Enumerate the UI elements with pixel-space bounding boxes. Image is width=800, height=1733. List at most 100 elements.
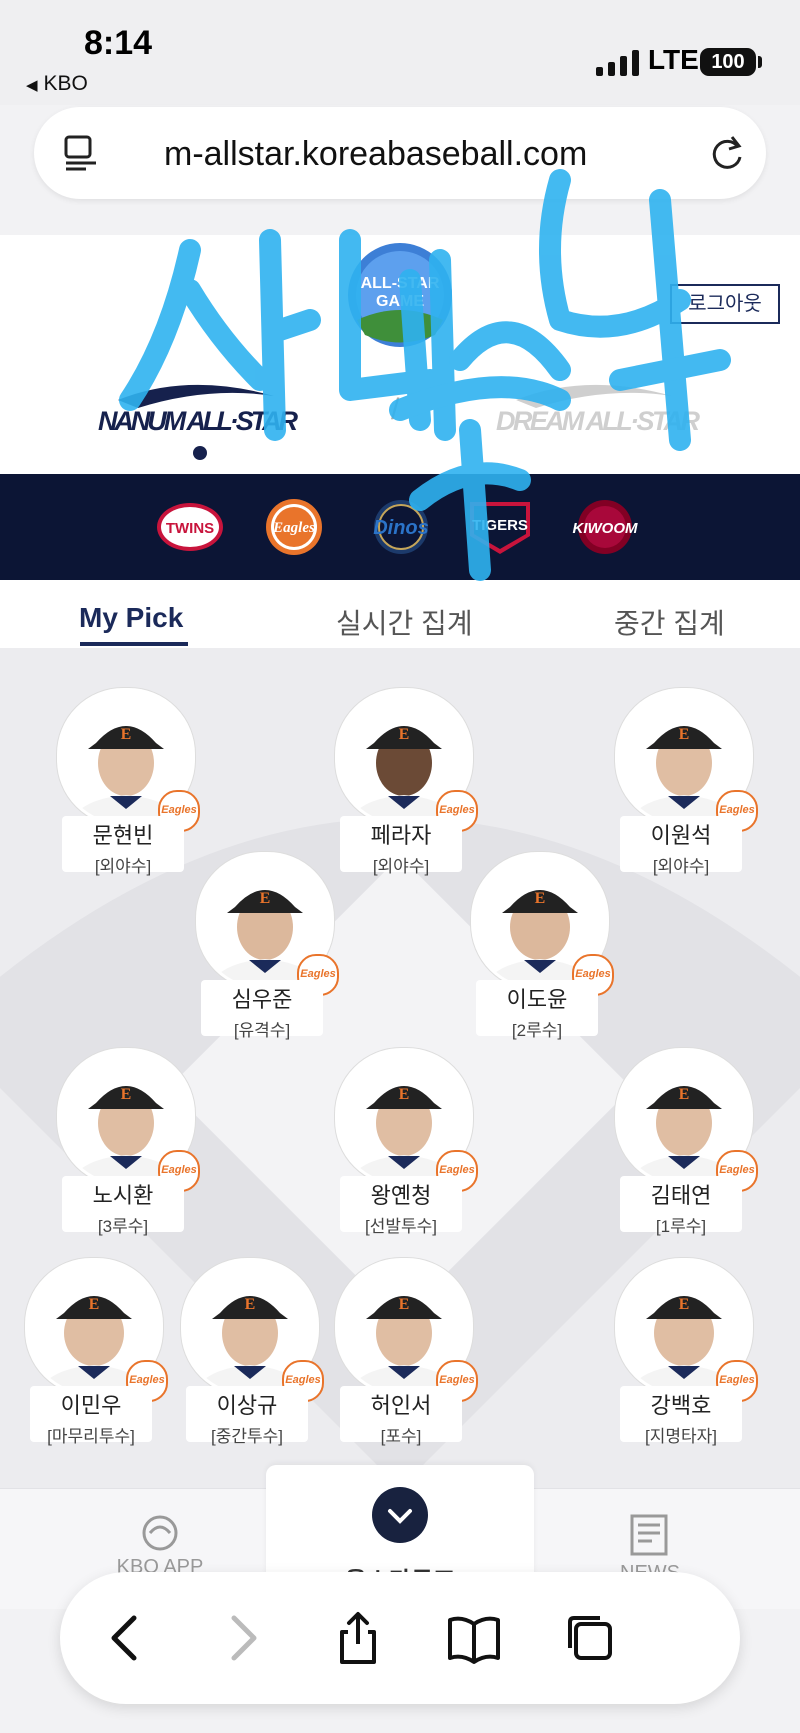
back-app-label: KBO (43, 72, 88, 95)
player-card[interactable]: E Eagles 심우준 [유격수] (187, 852, 339, 1052)
share-icon[interactable] (328, 1608, 388, 1668)
lineup-field: E Eagles 문현빈 [외야수] E Eagles 페라자 [외야수] E Ea… (0, 648, 800, 1488)
player-name: 이원석 (650, 823, 712, 848)
player-position: [선발투수] (364, 1217, 437, 1236)
dream-allstar-logo[interactable]: DREAM ALL·STAR (496, 380, 702, 440)
chevron-down-icon (388, 1509, 412, 1524)
player-position: [지명타자] (644, 1427, 717, 1446)
team-divider: / (391, 393, 400, 426)
svg-text:E: E (679, 1296, 690, 1313)
player-name: 페라자 (370, 823, 432, 848)
tab-my-pick[interactable]: My Pick (79, 602, 183, 634)
kia-tigers-logo[interactable]: TIGERS (466, 498, 534, 556)
svg-text:E: E (260, 890, 271, 907)
player-name-card: 페라자 [외야수] (340, 816, 462, 876)
battery-icon: 100 (700, 48, 756, 76)
player-name: 이민우 (60, 1393, 122, 1418)
player-name-card: 노시환 [3루수] (62, 1176, 184, 1236)
player-position: [외야수] (94, 857, 152, 876)
player-card[interactable]: E Eagles 이도윤 [2루수] (462, 852, 614, 1052)
status-bar: 8:14 ◀ KBO LTE 100 (0, 0, 800, 105)
player-name: 허인서 (370, 1393, 432, 1418)
player-position: [마무리투수] (47, 1427, 135, 1446)
player-position: [외야수] (652, 857, 710, 876)
reader-mode-icon[interactable] (64, 135, 98, 171)
player-card[interactable]: E Eagles 왕옌청 [선발투수] (326, 1048, 478, 1248)
svg-text:GAME: GAME (376, 293, 424, 310)
player-name-card: 이민우 [마무리투수] (30, 1386, 152, 1446)
svg-text:TWINS: TWINS (166, 520, 214, 537)
svg-text:E: E (89, 1296, 100, 1313)
svg-text:E: E (121, 1086, 132, 1103)
svg-text:E: E (399, 1296, 410, 1313)
svg-text:E: E (679, 726, 690, 743)
svg-text:Dinos: Dinos (373, 517, 429, 539)
player-name-card: 허인서 [포수] (340, 1386, 462, 1446)
url-text[interactable]: m-allstar.koreabaseball.com (164, 135, 587, 174)
svg-text:NANUM ALL·STAR: NANUM ALL·STAR (98, 406, 299, 436)
player-name: 노시환 (92, 1183, 154, 1208)
back-icon[interactable] (96, 1608, 156, 1668)
player-card[interactable]: E Eagles 이민우 [마무리투수] (16, 1258, 168, 1458)
collapse-button[interactable] (372, 1487, 428, 1543)
player-name-card: 이상규 [중간투수] (186, 1386, 308, 1446)
player-name-card: 이도윤 [2루수] (476, 980, 598, 1040)
svg-text:TIGERS: TIGERS (472, 517, 528, 534)
svg-text:E: E (535, 890, 546, 907)
player-position: [외야수] (372, 857, 430, 876)
cellular-signal-icon (596, 50, 639, 76)
kbo-logo-icon (142, 1515, 178, 1551)
player-card[interactable]: E Eagles 페라자 [외야수] (326, 688, 478, 888)
clock: 8:14 (84, 24, 153, 62)
bookmarks-icon[interactable] (444, 1608, 504, 1668)
address-bar[interactable]: m-allstar.koreabaseball.com (34, 107, 766, 199)
player-position: [1루수] (655, 1217, 707, 1236)
browser-toolbar (60, 1572, 740, 1704)
player-position: [3루수] (97, 1217, 149, 1236)
forward-icon[interactable] (212, 1608, 272, 1668)
nanum-allstar-logo[interactable]: NANUM ALL·STAR (98, 380, 300, 440)
lg-twins-logo[interactable]: TWINS (156, 498, 224, 556)
player-card[interactable]: E Eagles 허인서 [포수] (326, 1258, 478, 1458)
player-name-card: 강백호 [지명타자] (620, 1386, 742, 1446)
player-card[interactable]: E Eagles 강백호 [지명타자] (606, 1258, 758, 1458)
player-position: [중간투수] (210, 1427, 283, 1446)
nc-dinos-logo[interactable]: Dinos (354, 498, 448, 556)
reload-icon[interactable] (708, 133, 746, 173)
tabs-icon[interactable] (560, 1608, 620, 1668)
player-card[interactable]: E Eagles 이상규 [중간투수] (172, 1258, 324, 1458)
logout-button[interactable]: 로그아웃 (670, 284, 780, 324)
kiwoom-heroes-logo[interactable]: KIWOOM (566, 498, 644, 556)
player-position: [포수] (380, 1427, 422, 1446)
svg-text:E: E (679, 1086, 690, 1103)
back-to-app-link[interactable]: ◀ KBO (26, 72, 88, 96)
player-card[interactable]: E Eagles 노시환 [3루수] (48, 1048, 200, 1248)
player-name: 문현빈 (92, 823, 154, 848)
svg-text:ALL-STAR: ALL-STAR (361, 275, 440, 292)
svg-text:DREAM ALL·STAR: DREAM ALL·STAR (496, 406, 701, 436)
player-position: [2루수] (511, 1021, 563, 1040)
hanwha-eagles-logo[interactable]: Eagles (260, 498, 328, 556)
tab-realtime-count[interactable]: 실시간 집계 (336, 602, 473, 642)
svg-text:E: E (399, 1086, 410, 1103)
player-name: 왕옌청 (370, 1183, 432, 1208)
player-name: 강백호 (650, 1393, 712, 1418)
svg-text:KIWOOM: KIWOOM (573, 520, 638, 537)
player-name-card: 김태연 [1루수] (620, 1176, 742, 1236)
allstar-game-emblem: ALL-STAR GAME (348, 243, 452, 347)
player-card[interactable]: E Eagles 문현빈 [외야수] (48, 688, 200, 888)
player-position: [유격수] (233, 1021, 291, 1040)
svg-text:E: E (399, 726, 410, 743)
player-name-card: 문현빈 [외야수] (62, 816, 184, 876)
svg-text:E: E (121, 726, 132, 743)
page-header: ALL-STAR GAME 로그아웃 NANUM ALL·STAR / DREA… (0, 235, 800, 475)
player-name: 이도윤 (506, 987, 568, 1012)
player-card[interactable]: E Eagles 이원석 [외야수] (606, 688, 758, 888)
player-card[interactable]: E Eagles 김태연 [1루수] (606, 1048, 758, 1248)
player-name: 김태연 (650, 1183, 712, 1208)
player-name-card: 이원석 [외야수] (620, 816, 742, 876)
player-name-card: 왕옌청 [선발투수] (340, 1176, 462, 1236)
tab-interim-count[interactable]: 중간 집계 (614, 602, 725, 642)
player-name-card: 심우준 [유격수] (201, 980, 323, 1040)
team-logo-bar: TWINS Eagles Dinos TIGERS KIWOOM (0, 474, 800, 580)
